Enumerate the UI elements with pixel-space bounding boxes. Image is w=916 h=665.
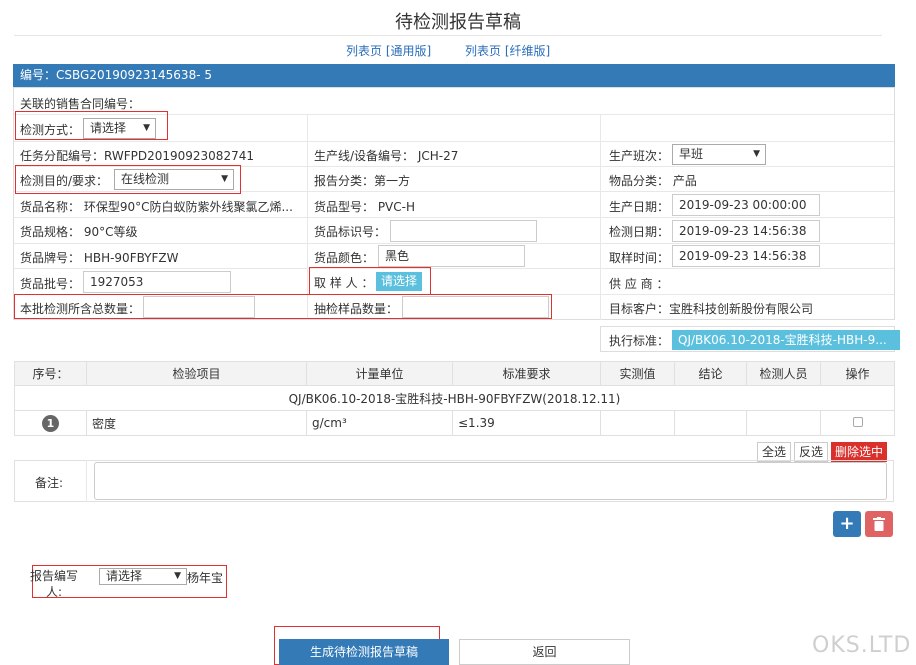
contract-label: 关联的销售合同编号： (20, 97, 141, 111)
group-row: QJ/BK06.10-2018-宝胜科技-HBH-90FBYFZW(2018.1… (14, 385, 895, 411)
chevron-down-icon: ▼ (143, 123, 150, 133)
report-writer-name: 杨年宝 (187, 571, 224, 585)
task-number: 任务分配编号：RWFPD20190923082741 (20, 149, 254, 163)
select-all-button[interactable]: 全选 (757, 442, 792, 462)
watermark: OKS.LTD (812, 633, 912, 658)
shift-label: 生产班次： (609, 149, 670, 163)
row-divider (14, 243, 894, 244)
method-select-value: 请选择 (90, 121, 127, 135)
line-number: 生产线/设备编号： JCH-27 (314, 149, 459, 163)
prod-date-input[interactable]: 2019-09-23 00:00:00 (672, 194, 820, 216)
col-header-inspector: 检测人员 (746, 361, 821, 386)
col-divider (600, 114, 601, 320)
delete-row-button[interactable] (865, 511, 893, 537)
remark-textarea[interactable] (94, 462, 887, 500)
col-header-no: 序号： (14, 361, 87, 386)
row-no-badge: 1 (42, 414, 59, 432)
trash-icon (873, 517, 885, 531)
row-measured[interactable] (600, 410, 675, 436)
col-header-unit: 计量单位 (306, 361, 453, 386)
target-customer: 目标客户：宝胜科技创新股份有限公司 (609, 302, 814, 316)
row-checkbox[interactable] (852, 417, 863, 427)
standard-label: 执行标准： (609, 334, 670, 348)
back-button[interactable]: 返回 (459, 639, 630, 665)
batch-label: 货品批号： (20, 277, 81, 291)
plus-icon: + (839, 513, 855, 534)
col-header-result: 结论 (674, 361, 747, 386)
row-divider (14, 141, 894, 142)
item-class: 物品分类： 产品 (609, 174, 697, 188)
col-header-action: 操作 (820, 361, 895, 386)
sample-time-input[interactable]: 2019-09-23 14:56:38 (672, 245, 820, 267)
row-divider (14, 217, 894, 218)
method-label: 检测方式： (20, 123, 81, 137)
purpose-label: 检测目的/要求： (20, 174, 109, 188)
row-no-cell: 1 (14, 410, 87, 436)
list-general-link[interactable]: 列表页 [通用版] (346, 42, 431, 59)
row-inspector[interactable] (746, 410, 821, 436)
list-fiber-link[interactable]: 列表页 [纤维版] (465, 42, 550, 59)
method-select[interactable]: 请选择 ▼ (83, 118, 156, 139)
report-writer-select-value: 请选择 (106, 569, 143, 583)
row-item: 密度 (86, 410, 307, 436)
col-divider (86, 460, 87, 502)
row-unit: g/cm³ (306, 410, 453, 436)
col-header-item: 检验项目 (86, 361, 307, 386)
page-title: 待检测报告草稿 (395, 12, 521, 33)
row-divider (14, 268, 894, 269)
table-row: 1 密度 g/cm³ ≤1.39 (14, 410, 895, 436)
goods-color-input[interactable]: 黑色 (378, 245, 525, 267)
goods-spec: 货品规格： 90°C等级 (20, 225, 138, 239)
total-qty-label: 本批检测所含总数量： (20, 302, 141, 316)
table-header-row: 序号： 检验项目 计量单位 标准要求 实测值 结论 检测人员 操作 (14, 361, 895, 386)
sample-qty-label: 抽检样品数量： (314, 302, 399, 316)
goods-mark-label: 货品标识号： (314, 225, 387, 239)
title-divider (14, 35, 882, 36)
goods-brand: 货品牌号： HBH-90FBYFZW (20, 251, 179, 265)
standard-select[interactable]: QJ/BK06.10-2018-宝胜科技-HBH-9... (672, 330, 900, 350)
delete-selected-button[interactable]: 删除选中 (831, 442, 888, 462)
report-writer-select[interactable]: 请选择 ▼ (99, 568, 187, 585)
test-date-label: 检测日期： (609, 225, 670, 239)
generate-draft-button[interactable]: 生成待检测报告草稿 (279, 639, 449, 665)
report-class: 报告分类：第一方 (314, 174, 411, 188)
row-result[interactable] (674, 410, 747, 436)
group-title: QJ/BK06.10-2018-宝胜科技-HBH-90FBYFZW(2018.1… (14, 385, 895, 411)
row-requirement: ≤1.39 (452, 410, 601, 436)
goods-model: 货品型号： PVC-H (314, 200, 415, 214)
report-writer-label: 报告编写人: (29, 569, 78, 599)
shift-select-value: 早班 (679, 147, 704, 161)
test-date-input[interactable]: 2019-09-23 14:56:38 (672, 220, 820, 242)
purpose-select[interactable]: 在线检测 ▼ (114, 169, 234, 190)
col-header-measured: 实测值 (600, 361, 675, 386)
chevron-down-icon: ▼ (753, 149, 760, 159)
supplier-label: 供 应 商 ： (609, 277, 669, 291)
chevron-down-icon: ▼ (174, 571, 181, 581)
sample-time-label: 取样时间： (609, 251, 670, 265)
goods-color-label: 货品颜色： (314, 251, 375, 265)
record-number-bar: 编号：CSBG20190923145638- 5 (13, 64, 895, 87)
purpose-select-value: 在线检测 (121, 172, 170, 186)
goods-name: 货品名称： 环保型90°C防白蚁防紫外线聚氯乙烯... (20, 200, 293, 214)
add-row-button[interactable]: + (833, 511, 861, 537)
row-action-cell (820, 410, 895, 436)
sample-qty-input[interactable] (402, 296, 549, 318)
sampler-select-button[interactable]: 请选择 (376, 272, 423, 291)
invert-selection-button[interactable]: 反选 (794, 442, 829, 462)
total-qty-input[interactable] (143, 296, 255, 318)
col-header-requirement: 标准要求 (452, 361, 601, 386)
inspection-table: 序号： 检验项目 计量单位 标准要求 实测值 结论 检测人员 操作 QJ/BK0… (14, 361, 895, 436)
chevron-down-icon: ▼ (221, 174, 228, 184)
remark-label: 备注: (35, 476, 64, 490)
batch-input[interactable]: 1927053 (83, 271, 231, 293)
shift-select[interactable]: 早班 ▼ (672, 144, 766, 165)
goods-mark-input[interactable] (390, 220, 537, 242)
prod-date-label: 生产日期： (609, 200, 670, 214)
sampler-label: 取 样 人 ： (314, 276, 374, 290)
col-divider (307, 114, 308, 320)
